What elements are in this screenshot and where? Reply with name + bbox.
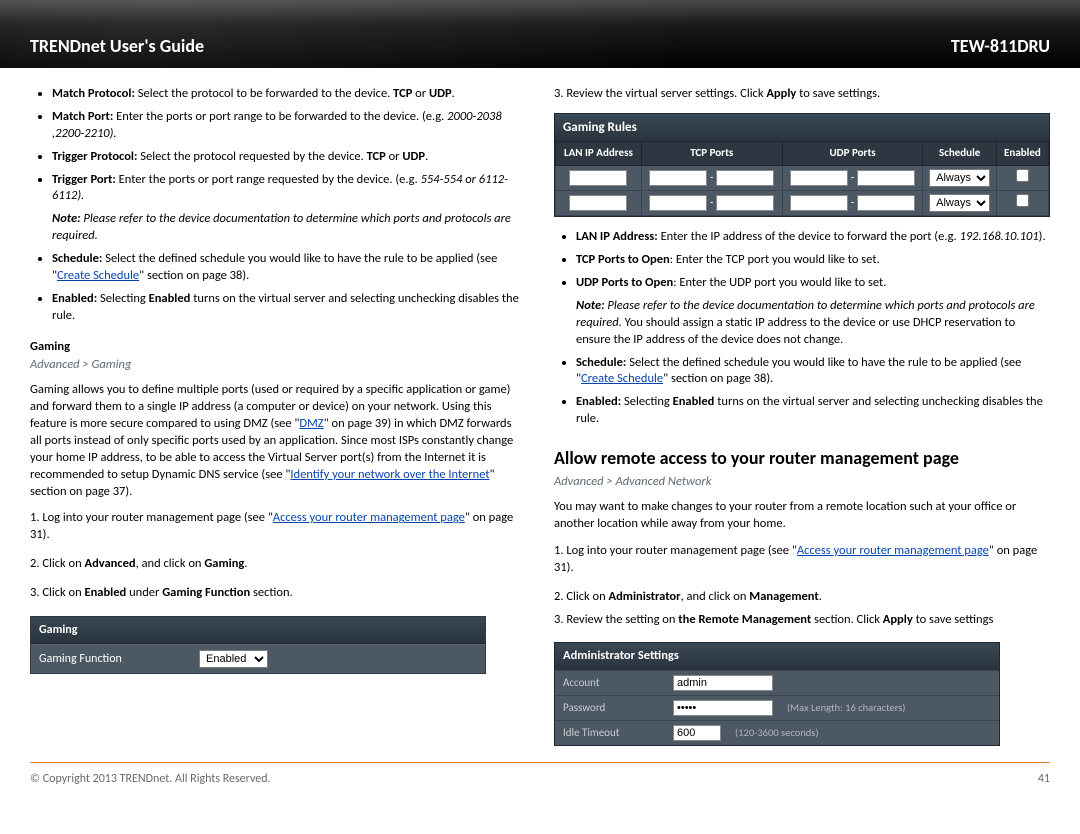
router-mgmt-link[interactable]: Access your router management page bbox=[273, 510, 465, 525]
note-block: Note: Please refer to the device documen… bbox=[554, 298, 1050, 349]
gaming-function-select[interactable]: Enabled Disabled bbox=[199, 650, 268, 668]
rules-field-list-2: Schedule: Select the defined schedule yo… bbox=[554, 355, 1050, 429]
schedule-select[interactable]: Always bbox=[929, 169, 990, 187]
page-header: TRENDnet User's Guide TEW-811DRU bbox=[0, 0, 1080, 68]
timeout-hint: (120-3600 seconds) bbox=[735, 726, 819, 740]
step-1: 1. Log into your router management page … bbox=[30, 510, 526, 544]
timeout-label: Idle Timeout bbox=[563, 726, 663, 741]
tcp-to-input[interactable] bbox=[716, 170, 774, 186]
enabled-checkbox[interactable] bbox=[1016, 169, 1029, 182]
step-3: 3. Click on Enabled under Gaming Functio… bbox=[30, 585, 526, 602]
password-row: Password (Max Length: 16 characters) bbox=[555, 695, 999, 720]
gaming-function-row: Gaming Function Enabled Disabled bbox=[31, 644, 485, 673]
udp-to-input[interactable] bbox=[857, 195, 915, 211]
field-definitions-list: Match Protocol: Select the protocol to b… bbox=[30, 86, 526, 205]
field-definitions-list-2: Schedule: Select the defined schedule yo… bbox=[30, 251, 526, 325]
dmz-link[interactable]: DMZ bbox=[299, 416, 323, 431]
gaming-rules-title: Gaming Rules bbox=[555, 114, 1049, 142]
tcp-to-input[interactable] bbox=[716, 195, 774, 211]
divider bbox=[30, 762, 1050, 763]
admin-settings-panel: Administrator Settings Account Password … bbox=[554, 642, 1000, 746]
list-item: TCP Ports to Open: Enter the TCP port yo… bbox=[576, 252, 1050, 269]
admin-title: Administrator Settings bbox=[555, 643, 999, 670]
breadcrumb: Advanced > Advanced Network bbox=[554, 474, 1050, 491]
step-3: 3. Review the setting on the Remote Mana… bbox=[554, 612, 1050, 629]
content-columns: Match Protocol: Select the protocol to b… bbox=[0, 68, 1080, 756]
step-1: 1. Log into your router management page … bbox=[554, 543, 1050, 577]
col-udp: UDP Ports bbox=[782, 142, 923, 166]
copyright-text: © Copyright 2013 TRENDnet. All Rights Re… bbox=[30, 771, 271, 787]
list-item: Match Port: Enter the ports or port rang… bbox=[52, 109, 526, 143]
udp-from-input[interactable] bbox=[790, 170, 848, 186]
create-schedule-link[interactable]: Create Schedule bbox=[581, 371, 663, 386]
model-number: TEW-811DRU bbox=[951, 34, 1050, 58]
list-item: LAN IP Address: Enter the IP address of … bbox=[576, 229, 1050, 246]
account-label: Account bbox=[563, 676, 663, 691]
col-lan-ip: LAN IP Address bbox=[556, 142, 642, 166]
rules-field-list: LAN IP Address: Enter the IP address of … bbox=[554, 229, 1050, 292]
gaming-steps: 1. Log into your router management page … bbox=[30, 510, 526, 602]
remote-steps: 1. Log into your router management page … bbox=[554, 543, 1050, 629]
list-item: Trigger Port: Enter the ports or port ra… bbox=[52, 172, 526, 206]
col-enabled: Enabled bbox=[996, 142, 1048, 166]
label: Match Port: bbox=[52, 109, 113, 124]
step-2: 2. Click on Administrator, and click on … bbox=[554, 589, 1050, 606]
col-schedule: Schedule bbox=[923, 142, 996, 166]
udp-from-input[interactable] bbox=[790, 195, 848, 211]
create-schedule-link[interactable]: Create Schedule bbox=[57, 268, 139, 283]
list-item: Trigger Protocol: Select the protocol re… bbox=[52, 149, 526, 166]
step-2: 2. Click on Advanced, and click on Gamin… bbox=[30, 556, 526, 573]
account-input[interactable] bbox=[673, 675, 773, 691]
label: Match Protocol: bbox=[52, 86, 135, 101]
list-item: UDP Ports to Open: Enter the UDP port yo… bbox=[576, 275, 1050, 292]
gaming-panel-title: Gaming bbox=[31, 617, 485, 644]
list-item: Enabled: Selecting Enabled turns on the … bbox=[576, 394, 1050, 428]
gaming-panel: Gaming Gaming Function Enabled Disabled bbox=[30, 616, 486, 674]
timeout-row: Idle Timeout (120-3600 seconds) bbox=[555, 720, 999, 745]
col-tcp: TCP Ports bbox=[641, 142, 782, 166]
label: Trigger Protocol: bbox=[52, 149, 137, 164]
list-item: Match Protocol: Select the protocol to b… bbox=[52, 86, 526, 103]
password-input[interactable] bbox=[673, 700, 773, 716]
page-number: 41 bbox=[1038, 771, 1050, 787]
password-label: Password bbox=[563, 701, 663, 716]
udp-to-input[interactable] bbox=[857, 170, 915, 186]
identify-network-link[interactable]: Identify your network over the Internet bbox=[290, 467, 489, 482]
gaming-function-label: Gaming Function bbox=[39, 651, 159, 667]
gaming-heading: Gaming bbox=[30, 339, 526, 356]
list-item: Schedule: Select the defined schedule yo… bbox=[52, 251, 526, 285]
list-item: Enabled: Selecting Enabled turns on the … bbox=[52, 291, 526, 325]
table-row: - - Always bbox=[556, 166, 1049, 191]
guide-title: TRENDnet User's Guide bbox=[30, 34, 204, 58]
schedule-select[interactable]: Always bbox=[929, 194, 990, 212]
gaming-rules-table: LAN IP Address TCP Ports UDP Ports Sched… bbox=[555, 141, 1049, 216]
timeout-input[interactable] bbox=[673, 725, 721, 741]
step-3-review: 3. Review the virtual server settings. C… bbox=[554, 86, 1050, 103]
lan-ip-input[interactable] bbox=[569, 170, 627, 186]
enabled-checkbox[interactable] bbox=[1016, 194, 1029, 207]
tcp-from-input[interactable] bbox=[649, 195, 707, 211]
right-column: 3. Review the virtual server settings. C… bbox=[554, 86, 1050, 746]
remote-description: You may want to make changes to your rou… bbox=[554, 499, 1050, 533]
gaming-rules-panel: Gaming Rules LAN IP Address TCP Ports UD… bbox=[554, 113, 1050, 217]
tcp-from-input[interactable] bbox=[649, 170, 707, 186]
page-footer: © Copyright 2013 TRENDnet. All Rights Re… bbox=[0, 769, 1080, 787]
label: Trigger Port: bbox=[52, 172, 116, 187]
router-mgmt-link[interactable]: Access your router management page bbox=[797, 543, 989, 558]
breadcrumb: Advanced > Gaming bbox=[30, 357, 526, 374]
account-row: Account bbox=[555, 670, 999, 695]
left-column: Match Protocol: Select the protocol to b… bbox=[30, 86, 526, 746]
table-row: - - Always bbox=[556, 191, 1049, 216]
gaming-description: Gaming allows you to define multiple por… bbox=[30, 382, 526, 500]
lan-ip-input[interactable] bbox=[569, 195, 627, 211]
password-hint: (Max Length: 16 characters) bbox=[787, 701, 906, 715]
remote-access-heading: Allow remote access to your router manag… bbox=[554, 446, 1050, 470]
note-text: Note: Please refer to the device documen… bbox=[30, 211, 526, 245]
list-item: Schedule: Select the defined schedule yo… bbox=[576, 355, 1050, 389]
